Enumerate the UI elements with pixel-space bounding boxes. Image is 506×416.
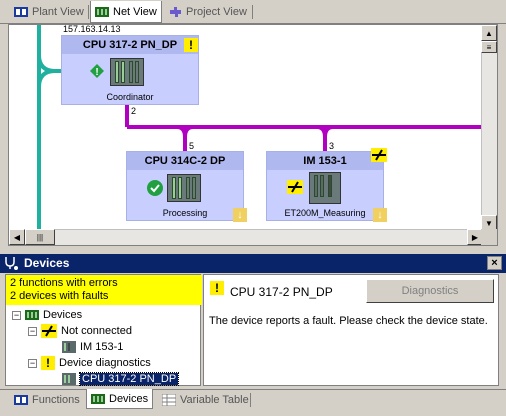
net-view-canvas[interactable]: 157.163.14.13 CPU 317-2 PN_DP ! ! Coordi…	[8, 24, 498, 246]
device-detail-pane: ! CPU 317-2 PN_DP Diagnostics The device…	[203, 274, 499, 386]
summary-faults: 2 devices with faults	[10, 290, 109, 302]
tree-item-cpu-317[interactable]: CPU 317-2 PN_DP	[62, 371, 180, 387]
tab-functions-label: Functions	[32, 394, 80, 406]
scroll-up-button[interactable]: ▲	[481, 25, 497, 41]
plc-rack-icon	[110, 58, 144, 86]
scroll-thumb[interactable]: |||	[25, 229, 55, 245]
project-view-icon	[168, 6, 182, 18]
tab-project-view[interactable]: Project View	[164, 2, 251, 22]
ip-address-label: 157.163.14.13	[63, 24, 121, 34]
tab-plant-view[interactable]: Plant View	[10, 2, 88, 22]
tree-item-im-153[interactable]: IM 153-1	[62, 339, 123, 355]
device-title: IM 153-1	[267, 152, 383, 170]
device-cpu-314c[interactable]: CPU 314C-2 DP Processing ↓	[126, 151, 247, 222]
device-cpu-317[interactable]: CPU 317-2 PN_DP ! ! Coordinator	[61, 35, 199, 105]
port-number: 5	[189, 141, 195, 151]
tree-item-device-diagnostics[interactable]: − ! Device diagnostics	[28, 355, 151, 371]
tab-project-view-label: Project View	[186, 6, 247, 18]
plc-rack-icon	[167, 174, 201, 202]
tab-functions[interactable]: Functions	[10, 390, 84, 410]
et200m-rack-icon	[309, 172, 341, 204]
diagnostics-button[interactable]: Diagnostics	[366, 279, 494, 303]
scrollbar-corner	[481, 229, 497, 245]
tree-label: IM 153-1	[80, 341, 124, 353]
horizontal-scrollbar[interactable]: ◀ ||| ▶	[9, 229, 483, 245]
tab-plant-view-label: Plant View	[32, 6, 84, 18]
tab-devices-label: Devices	[109, 392, 149, 405]
not-connected-icon	[41, 324, 57, 338]
collapse-toggle[interactable]: −	[28, 358, 37, 368]
net-view-icon	[95, 6, 109, 18]
device-message: The device reports a fault. Please check…	[209, 315, 488, 327]
svg-text:!: !	[95, 67, 98, 78]
device-name: Processing	[162, 208, 208, 218]
plant-view-icon	[14, 6, 28, 18]
device-name: ET200M_Measuring	[284, 208, 366, 218]
device-title: CPU 317-2 PN_DP	[62, 36, 198, 54]
tab-variable-table-label: Variable Table	[180, 394, 249, 406]
collapse-toggle[interactable]: −	[28, 326, 37, 336]
detail-device-title: CPU 317-2 PN_DP	[230, 285, 333, 299]
tree-label: Device diagnostics	[59, 357, 151, 369]
not-connected-icon	[371, 148, 387, 162]
collapse-toggle[interactable]: −	[12, 310, 21, 320]
download-icon: ↓	[233, 208, 247, 222]
device-im-153[interactable]: IM 153-1 ET200M_Measuring ↓	[266, 148, 387, 222]
port-number: 3	[329, 141, 335, 151]
tab-devices[interactable]: Devices	[86, 389, 154, 409]
device-icon	[62, 373, 76, 385]
tree-label: Not connected	[61, 325, 132, 337]
diamond-status-icon: !	[90, 64, 104, 78]
tab-net-view-label: Net View	[113, 5, 157, 18]
view-tab-bar: Plant View Net View Project View	[0, 0, 506, 24]
device-icon	[62, 341, 76, 353]
scroll-thumb[interactable]: ≡	[481, 41, 497, 53]
tab-variable-table[interactable]: Variable Table	[158, 390, 253, 410]
scroll-left-button[interactable]: ◀	[9, 229, 25, 245]
close-panel-button[interactable]: ×	[487, 256, 502, 270]
tree-item-devices[interactable]: − Devices	[12, 307, 82, 323]
devices-folder-icon	[25, 310, 39, 320]
devices-panel-title-bar: Devices ×	[0, 254, 506, 273]
summary-errors: 2 functions with errors	[10, 277, 118, 289]
devices-tree-pane: 2 functions with errors 2 devices with f…	[5, 274, 202, 387]
tab-net-view[interactable]: Net View	[90, 1, 162, 23]
port-number: 2	[131, 106, 137, 116]
warning-icon: !	[210, 281, 224, 295]
stethoscope-icon	[5, 257, 18, 270]
tree-item-not-connected[interactable]: − Not connected	[28, 323, 132, 339]
devices-icon	[91, 393, 105, 405]
ok-check-icon	[147, 180, 163, 196]
devices-panel-title: Devices	[24, 256, 70, 270]
vertical-scrollbar[interactable]: ▲ ≡ ▼	[481, 25, 497, 231]
not-connected-icon	[287, 180, 303, 194]
tree-label: Devices	[43, 309, 83, 321]
device-name: Coordinator	[106, 92, 154, 102]
functions-icon	[14, 394, 28, 406]
variable-table-icon	[161, 393, 177, 407]
fault-summary: 2 functions with errors 2 devices with f…	[6, 275, 202, 305]
download-icon: ↓	[373, 208, 387, 222]
warning-icon: !	[41, 356, 55, 370]
tree-label-selected: CPU 317-2 PN_DP	[78, 372, 180, 386]
warning-icon: !	[184, 38, 198, 52]
device-title: CPU 314C-2 DP	[127, 152, 243, 170]
panel-tab-bar: Functions Devices Variable Table	[0, 389, 506, 409]
